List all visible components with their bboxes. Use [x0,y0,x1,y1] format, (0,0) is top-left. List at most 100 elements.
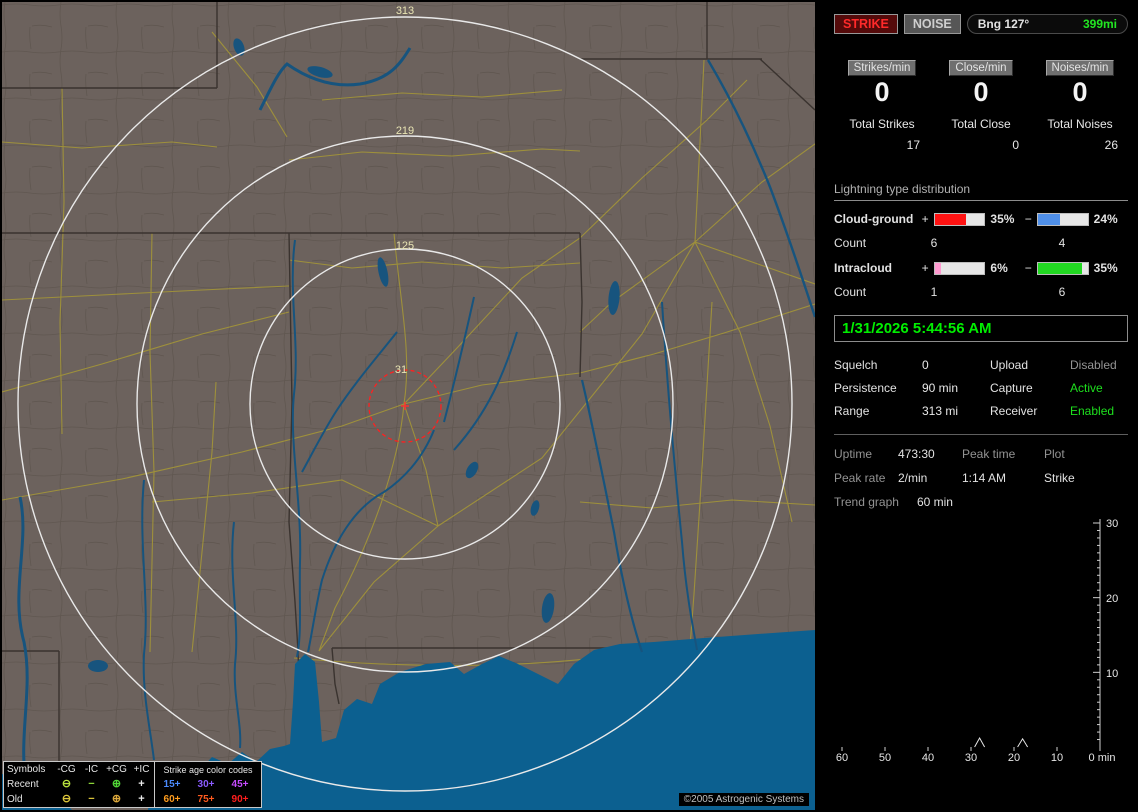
x-tick-20: 20 [1008,752,1020,764]
strike-mode-button[interactable]: STRIKE [834,14,898,34]
stats-grid: Uptime 473:30 Peak time Plot Peak rate 2… [834,447,1128,485]
upload-status: Disabled [1070,358,1117,372]
recent-pos-cg-symbol: ⊕ [111,778,122,790]
bearing-display: Bng 127° 399mi [966,14,1128,34]
x-tick-30: 30 [965,752,977,764]
legend-old-row: Old ⊖ − ⊕ + 60+ 75+ 90+ [4,792,261,807]
legend-col-pos-cg: +CG [106,764,127,775]
plot-label: Plot [1044,447,1065,461]
strikes-per-min-value: 0 [874,77,890,107]
cg-positive-percent: 35% [990,212,1015,226]
x-tick-10: 10 [1051,752,1063,764]
copyright-notice: ©2005 Astrogenic Systems [678,793,809,806]
cg-negative-bar [1037,212,1089,226]
status-grid: Squelch 0 Upload Disabled Persistence 90… [834,358,1128,418]
noise-mode-button[interactable]: NOISE [903,14,961,34]
old-pos-ic-symbol: + [138,793,145,805]
old-neg-cg-symbol: ⊖ [61,793,72,805]
x-tick-40: 40 [922,752,934,764]
peak-rate-label: Peak rate [834,471,886,485]
cg-negative-count: 4 [1058,236,1066,250]
rate-counters: Strikes/min 0 Total Strikes 17 Close/min… [834,60,1128,152]
x-tick-60: 60 [836,752,848,764]
trend-graph-header: Trend graph 60 min [834,495,1128,509]
ic-positive-count: 1 [930,285,938,299]
y-tick-30: 30 [1106,518,1118,530]
close-per-min-button[interactable]: Close/min [949,60,1013,76]
ic-negative-percent: 35% [1093,261,1118,275]
persistence-value: 90 min [922,381,959,395]
ic-positive-bar-fill [934,262,942,274]
ic-positive-bar [933,261,986,275]
trend-marks [841,522,1101,751]
peak-time-value: 1:14 AM [962,471,1007,485]
x-origin-label: 0 min [1089,752,1116,764]
ring-label-125: 125 [396,240,414,252]
old-neg-ic-symbol: − [88,793,95,805]
receiver-status: Enabled [1070,404,1115,418]
ring-label-31: 31 [395,364,407,376]
old-pos-cg-symbol: ⊕ [111,793,122,805]
noises-per-min-button[interactable]: Noises/min [1045,60,1115,76]
cloud-ground-counts: Count 6 4 [834,236,1128,250]
timestamp: 1/31/2026 5:44:56 AM [834,315,1128,342]
peak-rate-value: 2/min [898,471,928,485]
bearing-distance: 399mi [1082,17,1117,31]
capture-status: Active [1070,381,1103,395]
legend-header-row: Symbols -CG -IC +CG +IC Strike age color… [4,762,261,777]
recent-neg-ic-symbol: − [88,778,95,790]
app-window: 313 219 125 31 Symbols -CG -IC +CG +IC S… [0,0,1138,812]
range-label: Range [834,404,870,418]
upload-label: Upload [990,358,1029,372]
total-noises-value: 26 [1104,138,1118,152]
cg-positive-bar [933,212,986,226]
plus-sign: + [921,212,929,226]
recent-pos-ic-symbol: + [138,778,145,790]
ring-label-313: 313 [396,5,414,17]
legend-age-header: Strike age color codes [163,764,253,775]
age-code-90: 90+ [231,794,249,805]
cg-positive-bar-fill [934,213,966,225]
close-per-min-value: 0 [973,77,989,107]
legend-col-neg-ic: -IC [84,764,99,775]
squelch-value: 0 [922,358,929,372]
trend-graph-window: 60 min [916,495,953,509]
total-strikes-label: Total Strikes [849,117,915,131]
age-code-75: 75+ [197,794,215,805]
strikes-per-min-button[interactable]: Strikes/min [847,60,917,76]
legend-row-label: Recent [7,779,39,790]
y-tick-20: 20 [1106,593,1118,605]
cloud-ground-row: Cloud-ground + 35% − 24% [834,212,1128,226]
age-code-15: 15+ [163,779,181,790]
squelch-label: Squelch [834,358,878,372]
count-label: Count [834,285,867,299]
mode-toolbar: STRIKE NOISE Bng 127° 399mi [834,14,1128,34]
count-label: Count [834,236,867,250]
lightning-map[interactable]: 313 219 125 31 Symbols -CG -IC +CG +IC S… [2,2,815,810]
noises-counter: Noises/min 0 Total Noises 26 [1032,60,1128,152]
side-panel: STRIKE NOISE Bng 127° 399mi Strikes/min … [820,0,1138,812]
bearing-value: Bng 127° [977,17,1030,31]
total-close-label: Total Close [951,117,1011,131]
minus-sign: − [1024,261,1032,275]
legend-col-pos-ic: +IC [133,764,150,775]
cg-negative-percent: 24% [1093,212,1118,226]
ring-label-219: 219 [396,125,414,137]
total-strikes-value: 17 [906,138,920,152]
ic-negative-bar-fill [1038,262,1082,274]
strikes-counter: Strikes/min 0 Total Strikes 17 [834,60,930,152]
ic-negative-bar [1037,261,1089,275]
age-code-45: 45+ [231,779,249,790]
total-close-value: 0 [1012,138,1019,152]
cg-negative-bar-fill [1038,213,1060,225]
age-code-30: 30+ [197,779,215,790]
close-counter: Close/min 0 Total Close 0 [933,60,1029,152]
ic-negative-count: 6 [1058,285,1066,299]
uptime-value: 473:30 [898,447,935,461]
intracloud-row: Intracloud + 6% − 35% [834,261,1128,275]
plot-value: Strike [1044,471,1075,485]
legend-recent-row: Recent ⊖ − ⊕ + 15+ 30+ 45+ [4,777,261,792]
recent-neg-cg-symbol: ⊖ [61,778,72,790]
legend-symbols-header: Symbols [7,764,46,775]
plus-sign: + [921,261,929,275]
